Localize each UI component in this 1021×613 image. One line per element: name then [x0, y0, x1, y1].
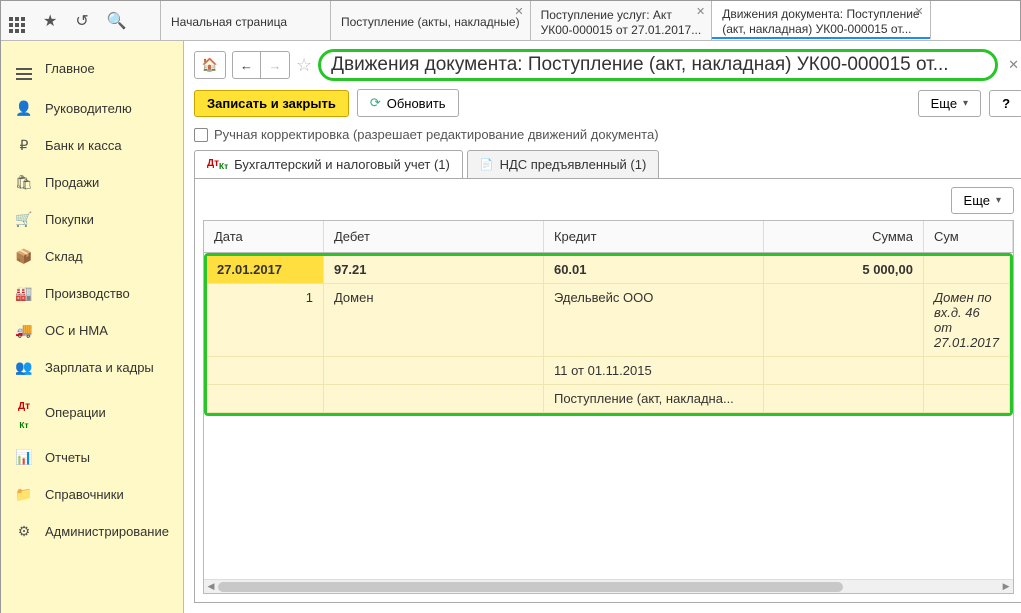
bag-icon: 🛍: [15, 174, 33, 191]
close-icon[interactable]: ✕: [914, 5, 923, 18]
refresh-icon: ⟳: [370, 95, 381, 111]
sidebar-item-bank[interactable]: ₽Банк и касса: [1, 127, 183, 164]
factory-icon: 🏭: [15, 285, 33, 302]
panel-more-button[interactable]: Еще: [951, 187, 1014, 214]
tab-document-movements[interactable]: ✕ Движения документа: Поступление (акт, …: [712, 1, 930, 40]
sidebar-item-payroll[interactable]: 👥Зарплата и кадры: [1, 349, 183, 386]
page-title: Движения документа: Поступление (акт, на…: [318, 49, 998, 81]
sidebar-item-menu[interactable]: Главное: [1, 47, 183, 90]
sidebar-item-assets[interactable]: 🚚ОС и НМА: [1, 312, 183, 349]
nav-back-forward[interactable]: ← →: [232, 51, 290, 79]
col-sum[interactable]: Сумма: [764, 221, 924, 252]
col-sum2[interactable]: Сум: [924, 221, 1013, 252]
close-icon[interactable]: ✕: [1004, 57, 1021, 73]
back-icon[interactable]: ←: [233, 52, 261, 78]
history-icon[interactable]: ↺: [75, 11, 88, 31]
tab-home[interactable]: Начальная страница: [161, 1, 331, 40]
more-button[interactable]: Еще: [918, 90, 981, 117]
table-row[interactable]: 27.01.2017 97.21 60.01 5 000,00: [207, 256, 1010, 284]
close-icon[interactable]: ✕: [696, 5, 705, 18]
user-icon: 👥: [15, 359, 33, 376]
col-debit[interactable]: Дебет: [324, 221, 544, 252]
close-icon[interactable]: ✕: [514, 5, 523, 18]
sidebar-item-reports[interactable]: 📊Отчеты: [1, 439, 183, 476]
sidebar-item-admin[interactable]: ⚙Администрирование: [1, 513, 183, 550]
highlighted-row-group: 27.01.2017 97.21 60.01 5 000,00 1 Домен …: [204, 253, 1013, 416]
doc-icon: 📄: [480, 158, 494, 171]
star-icon[interactable]: ★: [43, 11, 57, 31]
sidebar-item-sales[interactable]: 🛍Продажи: [1, 164, 183, 201]
tab-vat[interactable]: 📄НДС предъявленный (1): [467, 150, 659, 178]
person-icon: 👤: [15, 100, 33, 117]
apps-icon[interactable]: [9, 8, 25, 33]
tab-receipts[interactable]: ✕ Поступление (акты, накладные): [331, 1, 531, 40]
box-icon: 📦: [15, 248, 33, 265]
dk-icon: ДтКт: [15, 396, 33, 429]
manual-edit-label: Ручная корректировка (разрешает редактир…: [214, 127, 659, 142]
table-row[interactable]: Поступление (акт, накладна...: [207, 385, 1010, 413]
sidebar-item-manager[interactable]: 👤Руководителю: [1, 90, 183, 127]
dk-icon: ДтКт: [207, 160, 228, 170]
sidebar-item-catalogs[interactable]: 📁Справочники: [1, 476, 183, 513]
ruble-icon: ₽: [15, 137, 33, 154]
favorite-icon[interactable]: ☆: [296, 55, 312, 76]
sidebar-item-operations[interactable]: ДтКтОперации: [1, 386, 183, 439]
manual-edit-checkbox[interactable]: [194, 128, 208, 142]
sidebar-item-purchases[interactable]: 🛒Покупки: [1, 201, 183, 238]
tab-receipt-act[interactable]: ✕ Поступление услуг: Акт УК00-000015 от …: [531, 1, 713, 40]
scroll-left-icon[interactable]: ◀: [204, 580, 218, 594]
search-icon[interactable]: 🔍: [107, 11, 127, 31]
sidebar: Главное 👤Руководителю ₽Банк и касса 🛍Про…: [1, 41, 184, 613]
save-close-button[interactable]: Записать и закрыть: [194, 90, 349, 117]
scroll-right-icon[interactable]: ▶: [999, 580, 1013, 594]
table-row[interactable]: 11 от 01.11.2015: [207, 357, 1010, 385]
table-row[interactable]: 1 Домен Эдельвейс ООО Домен по вх.д. 46 …: [207, 284, 1010, 357]
horizontal-scrollbar[interactable]: ◀ ▶: [204, 579, 1013, 593]
cart-icon: 🛒: [15, 211, 33, 228]
truck-icon: 🚚: [15, 322, 33, 339]
col-date[interactable]: Дата: [204, 221, 324, 252]
sidebar-item-warehouse[interactable]: 📦Склад: [1, 238, 183, 275]
col-credit[interactable]: Кредит: [544, 221, 764, 252]
scroll-thumb[interactable]: [218, 582, 843, 592]
help-button[interactable]: ?: [989, 90, 1021, 117]
tab-accounting[interactable]: ДтКтБухгалтерский и налоговый учет (1): [194, 150, 463, 178]
chart-icon: 📊: [15, 449, 33, 466]
folder-icon: 📁: [15, 486, 33, 503]
gear-icon: ⚙: [15, 523, 33, 540]
refresh-button[interactable]: ⟳Обновить: [357, 89, 459, 117]
home-button[interactable]: 🏠: [194, 51, 226, 79]
postings-grid[interactable]: Дата Дебет Кредит Сумма Сум 27.01.2017 9…: [203, 220, 1014, 594]
sidebar-item-production[interactable]: 🏭Производство: [1, 275, 183, 312]
forward-icon: →: [261, 52, 289, 78]
